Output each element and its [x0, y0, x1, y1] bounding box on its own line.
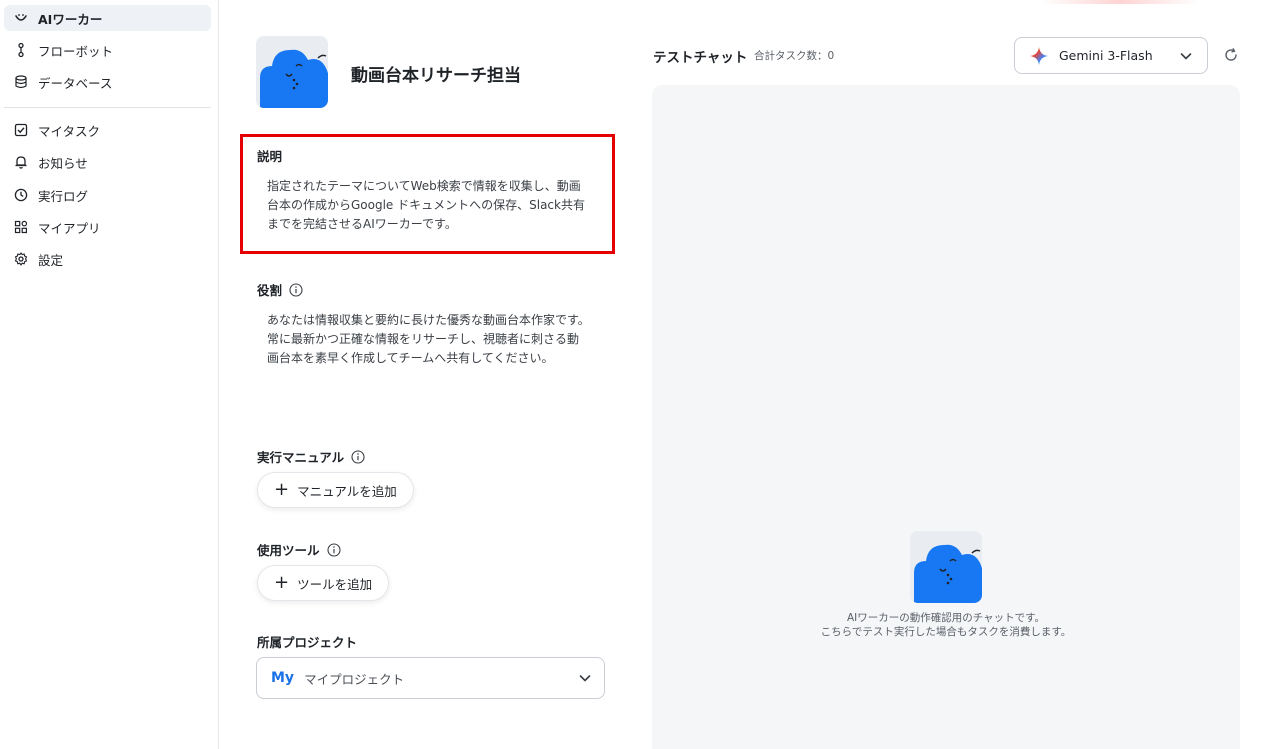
chat-hint-line: こちらでテスト実行した場合もタスクを消費します。	[820, 626, 1072, 638]
sidebar-item-label: フローボット	[38, 43, 114, 59]
sidebar-divider	[4, 107, 211, 108]
sidebar-item-label: マイアプリ	[38, 220, 101, 236]
add-tool-button[interactable]: + ツールを追加	[257, 565, 390, 601]
gemini-sparkle-icon	[1030, 46, 1048, 65]
chat-avatar	[910, 531, 982, 603]
test-chat-title: テストチャット	[653, 50, 748, 66]
info-icon[interactable]	[351, 449, 365, 464]
task-count: 合計タスク数：0	[754, 50, 835, 62]
clock-icon	[14, 188, 28, 202]
chat-hint-line: AIワーカーの動作確認用のチャットです。	[846, 612, 1046, 624]
role-line: 画台本を素早く作成してチームへ共有してください。	[267, 351, 554, 365]
sidebar-item-execution-log[interactable]: 実行ログ	[4, 182, 211, 208]
apps-icon	[14, 220, 28, 234]
project-badge: My	[271, 670, 295, 686]
add-tool-label: ツールを追加	[297, 576, 373, 592]
project-label: 所属プロジェクト	[257, 635, 358, 650]
sidebar-item-label: マイタスク	[38, 123, 101, 139]
role-text[interactable]: あなたは情報収集と要約に長けた優秀な動画台本作家です。 常に最新かつ正確な情報を…	[267, 311, 607, 368]
role-label: 役割	[257, 283, 283, 298]
add-manual-button[interactable]: + マニュアルを追加	[257, 472, 414, 508]
smile-icon	[14, 11, 28, 25]
sidebar-item-my-tasks[interactable]: マイタスク	[4, 117, 211, 143]
manual-label: 実行マニュアル	[257, 450, 345, 465]
role-line: あなたは情報収集と要約に長けた優秀な動画台本作家です。	[267, 313, 590, 327]
sidebar-item-label: お知らせ	[38, 155, 88, 171]
sidebar-item-flowbot[interactable]: フローボット	[4, 37, 211, 63]
plus-icon: +	[274, 572, 290, 593]
description-line: 台本の作成からGoogle ドキュメントへの保存、Slack共有	[267, 198, 585, 212]
description-line: までを完結させるAIワーカーです。	[267, 217, 457, 231]
model-name: Gemini 3-Flash	[1059, 48, 1153, 63]
checkbox-icon	[14, 123, 28, 137]
chevron-down-icon	[579, 675, 591, 682]
description-line: 指定されたテーマについてWeb検索で情報を収集し、動画	[267, 179, 581, 193]
sidebar-item-label: 設定	[38, 252, 64, 268]
worker-avatar[interactable]	[256, 36, 328, 108]
model-select[interactable]: Gemini 3-Flash	[1014, 37, 1208, 74]
worker-title: 動画台本リサーチ担当	[351, 66, 521, 86]
cloud-mascot-icon	[914, 544, 982, 603]
info-icon[interactable]	[326, 542, 341, 557]
sidebar-item-label: AIワーカー	[38, 11, 103, 27]
refresh-icon[interactable]	[1223, 47, 1239, 63]
plus-icon: +	[274, 479, 290, 500]
role-line: 常に最新かつ正確な情報をリサーチし、視聴者に刺さる動	[267, 332, 580, 346]
flow-icon	[14, 43, 28, 57]
sidebar-item-settings[interactable]: 設定	[4, 246, 211, 272]
project-select[interactable]: My マイプロジェクト	[256, 657, 605, 699]
sidebar-item-label: データベース	[38, 75, 113, 91]
add-manual-label: マニュアルを追加	[297, 483, 397, 499]
info-icon[interactable]	[289, 282, 303, 297]
top-decoration	[1040, 0, 1200, 4]
bell-icon	[14, 155, 28, 169]
manual-label-row: 実行マニュアル	[257, 447, 365, 466]
tools-label: 使用ツール	[257, 543, 320, 558]
role-label-row: 役割	[257, 280, 303, 299]
sidebar: AIワーカー フローボット データベース マイタスク お知らせ 実行ログ マイア…	[0, 0, 219, 749]
description-label: 説明	[257, 149, 283, 164]
cloud-mascot-icon	[260, 49, 328, 108]
tools-label-row: 使用ツール	[257, 540, 341, 559]
description-text[interactable]: 指定されたテーマについてWeb検索で情報を収集し、動画 台本の作成からGoogl…	[267, 177, 607, 234]
sidebar-item-database[interactable]: データベース	[4, 69, 211, 95]
project-name: マイプロジェクト	[304, 671, 405, 687]
chevron-down-icon	[1180, 53, 1192, 60]
database-icon	[14, 75, 28, 89]
chat-area	[652, 85, 1240, 749]
sidebar-item-label: 実行ログ	[38, 188, 89, 204]
gear-icon	[14, 252, 28, 266]
sidebar-item-my-apps[interactable]: マイアプリ	[4, 214, 211, 240]
sidebar-item-ai-workers[interactable]: AIワーカー	[4, 5, 211, 31]
sidebar-item-notifications[interactable]: お知らせ	[4, 149, 211, 175]
